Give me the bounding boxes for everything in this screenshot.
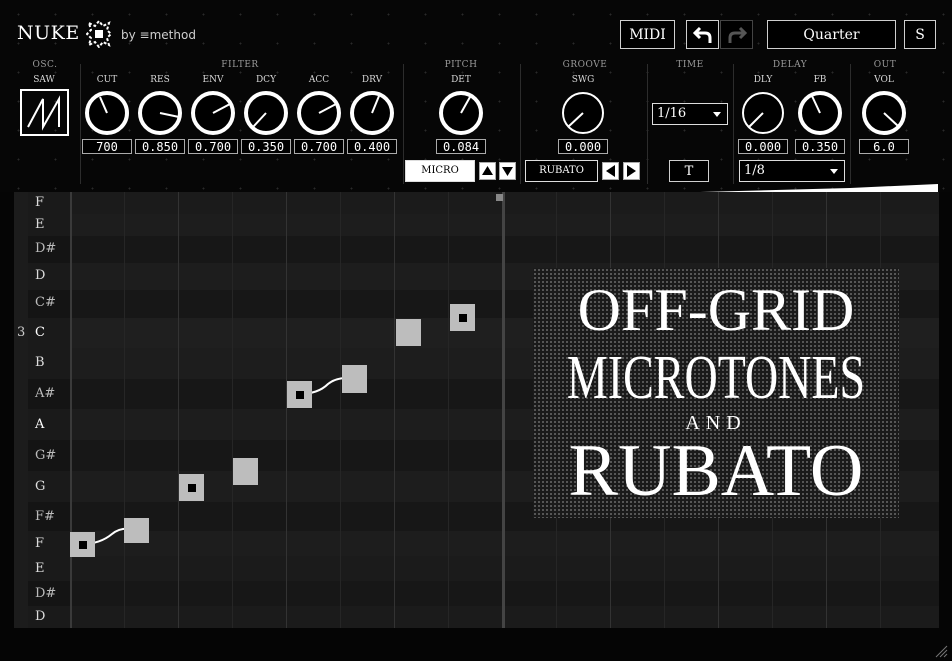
note-block[interactable] <box>342 365 367 393</box>
note-handle[interactable] <box>458 313 467 322</box>
note-block[interactable] <box>179 474 204 501</box>
promo-line: MICROTONES <box>566 342 866 412</box>
note-block[interactable] <box>124 518 149 543</box>
note-block[interactable] <box>450 304 475 331</box>
note-handle[interactable] <box>187 483 196 492</box>
promo-line: RUBATO <box>568 430 864 512</box>
promo-overlay: OFF-GRID MICROTONES AND RUBATO <box>533 268 899 518</box>
note-handle[interactable] <box>295 390 304 399</box>
note-block[interactable] <box>233 458 258 485</box>
promo-line: OFF-GRID <box>577 277 855 343</box>
note-block[interactable] <box>396 319 421 346</box>
note-block[interactable] <box>70 532 95 557</box>
note-handle[interactable] <box>78 540 87 549</box>
resize-grip-icon[interactable] <box>934 644 948 658</box>
note-block[interactable] <box>287 381 312 408</box>
